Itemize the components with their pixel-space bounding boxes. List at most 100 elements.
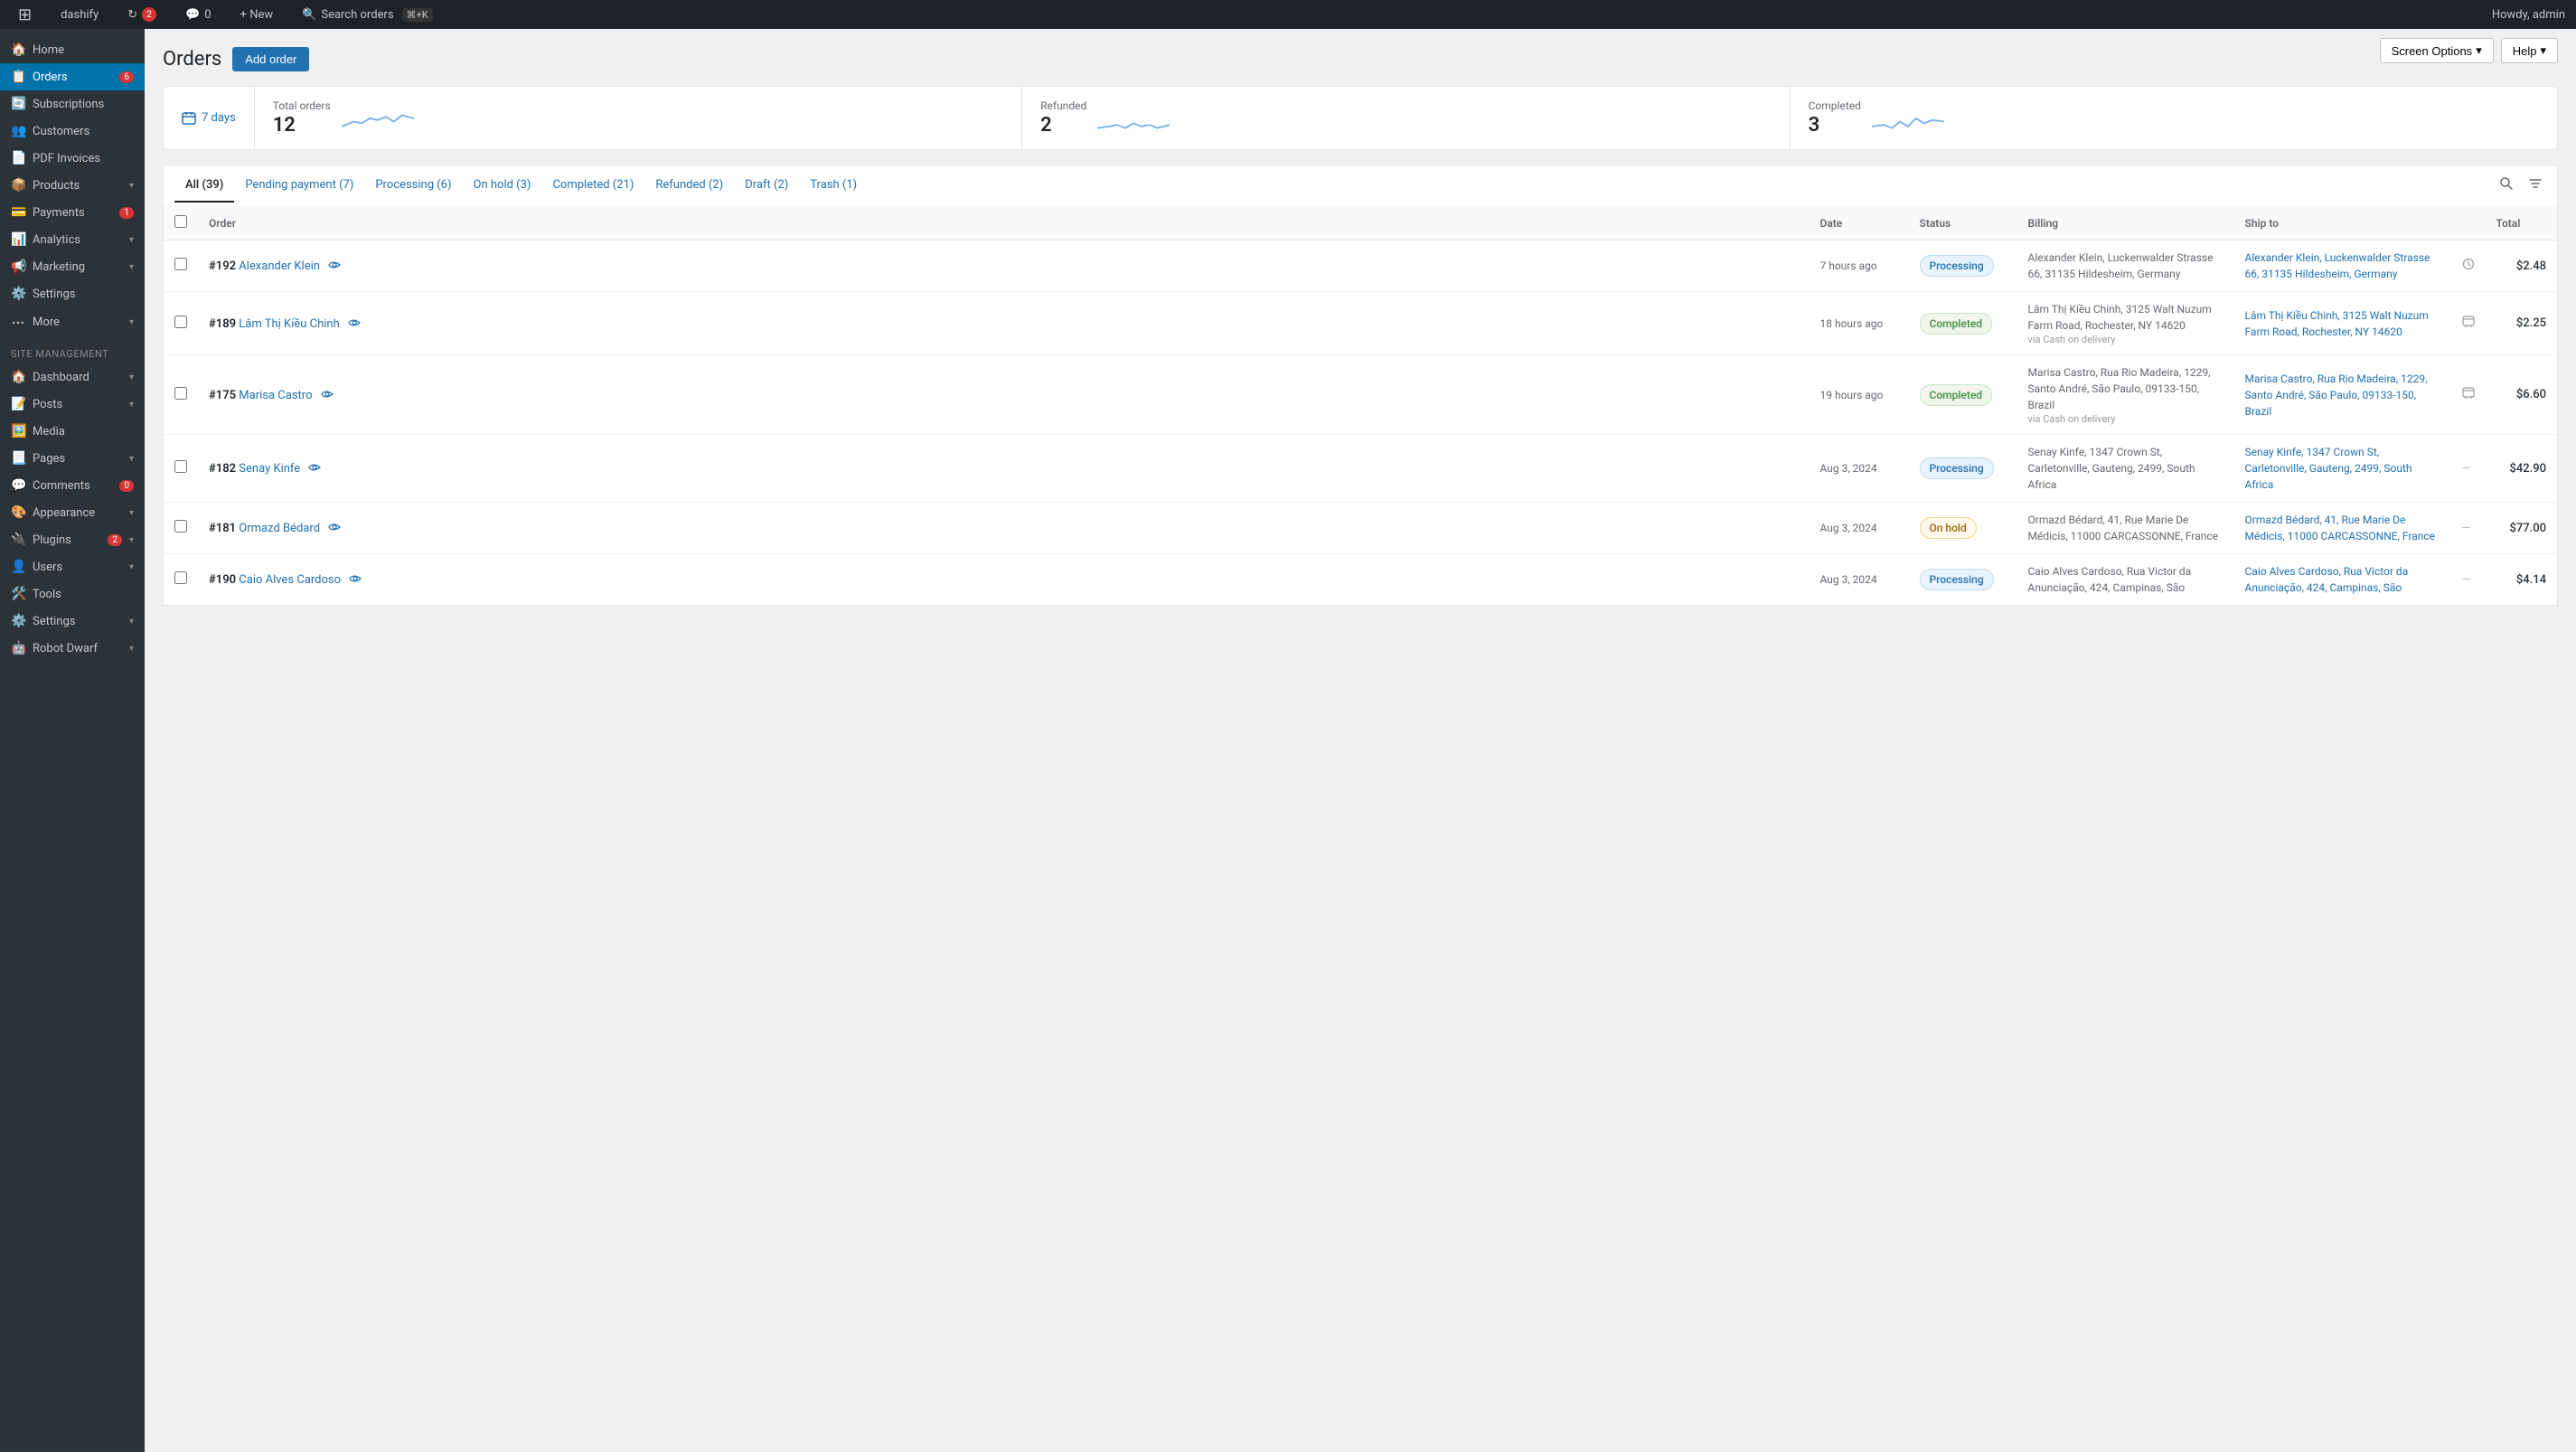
sidebar-item-robot-dwarf[interactable]: 🤖 Robot Dwarf ▾: [0, 635, 145, 662]
eye-icon-2[interactable]: [321, 388, 334, 402]
ship-link-3[interactable]: Senay Kinfe, 1347 Crown St, Carletonvill…: [2245, 446, 2412, 491]
wp-logo-icon: ⊞: [18, 5, 32, 24]
sidebar-label-pages: Pages: [33, 452, 122, 466]
row-checkbox-3[interactable]: [174, 460, 187, 473]
sidebar-item-dashboard[interactable]: 🏠 Dashboard ▾: [0, 363, 145, 391]
sidebar-item-home[interactable]: 🏠 Home: [0, 36, 145, 63]
order-name-1[interactable]: Lâm Thị Kiều Chinh: [239, 317, 339, 331]
sidebar-label-dashboard: Dashboard: [33, 371, 122, 384]
select-all-checkbox[interactable]: [174, 215, 187, 228]
table-header-row: Order Date Status Billing Ship to: [164, 206, 2558, 240]
eye-icon-5[interactable]: [349, 572, 362, 587]
payments-icon: 💳: [11, 205, 25, 220]
eye-icon-1[interactable]: [348, 316, 361, 331]
tab-refunded[interactable]: Refunded (2): [644, 169, 734, 203]
ship-link-4[interactable]: Ormazd Bédard, 41, Rue Marie De Médicis,…: [2245, 514, 2436, 542]
comments-menu-icon: 💬: [11, 478, 25, 493]
sidebar-item-pdf-invoices[interactable]: 📄 PDF Invoices: [0, 145, 145, 172]
order-name-4[interactable]: Ormazd Bédard: [239, 522, 320, 535]
screen-options-button[interactable]: Screen Options ▾: [2380, 38, 2494, 63]
help-button[interactable]: Help ▾: [2501, 38, 2558, 63]
new-item[interactable]: + New: [233, 0, 281, 29]
sidebar-item-comments[interactable]: 💬 Comments 0: [0, 472, 145, 499]
sidebar-item-subscriptions[interactable]: 🔄 Subscriptions: [0, 90, 145, 118]
row-checkbox-4[interactable]: [174, 520, 187, 533]
table-row: #189 Lâm Thị Kiều Chinh 18 hours ago Com…: [164, 292, 2558, 355]
order-number-3: #182: [209, 462, 236, 476]
sidebar-label-products: Products: [33, 179, 122, 193]
order-number-4: #181: [209, 522, 236, 535]
ship-link-2[interactable]: Marisa Castro, Rua Rio Madeira, 1229, Sa…: [2245, 372, 2428, 418]
status-cell-5: Processing: [1909, 554, 2017, 606]
sidebar-item-products[interactable]: 📦 Products ▾: [0, 172, 145, 199]
order-name-2[interactable]: Marisa Castro: [239, 389, 312, 402]
sidebar-item-more[interactable]: ··· More ▾: [0, 307, 145, 337]
row-checkbox-cell-3: [164, 435, 199, 503]
completed-chart: [1872, 102, 1944, 135]
action-cell-4: —: [2451, 503, 2486, 554]
sidebar-item-tools[interactable]: 🛠️ Tools: [0, 580, 145, 608]
tab-draft[interactable]: Draft (2): [734, 169, 799, 203]
more-arrow-icon: ▾: [129, 317, 134, 327]
sidebar-item-analytics[interactable]: 📊 Analytics ▾: [0, 226, 145, 253]
sidebar-item-payments[interactable]: 💳 Payments 1: [0, 199, 145, 226]
dash-action: —: [2462, 522, 2471, 535]
analytics-arrow-icon: ▾: [129, 235, 134, 245]
tab-trash[interactable]: Trash (1): [799, 169, 868, 203]
sidebar-item-settings[interactable]: ⚙️ Settings: [0, 280, 145, 307]
add-order-button[interactable]: Add order: [232, 47, 309, 71]
sidebar-item-settings2[interactable]: ⚙️ Settings ▾: [0, 608, 145, 635]
sidebar-item-plugins[interactable]: 🔌 Plugins 2 ▾: [0, 526, 145, 553]
tab-all[interactable]: All (39): [174, 169, 234, 203]
table-filter-button[interactable]: [2524, 173, 2546, 199]
order-name-0[interactable]: Alexander Klein: [239, 259, 320, 273]
date-cell-2: 19 hours ago: [1810, 355, 1909, 435]
status-col-header: Status: [1909, 206, 2017, 240]
order-total-5: $4.14: [2516, 573, 2546, 587]
orders-tbody: #192 Alexander Klein 7 hours ago Process…: [164, 240, 2558, 606]
table-search-button[interactable]: [2496, 173, 2517, 199]
comments-item[interactable]: 💬 0: [178, 0, 219, 29]
sidebar-item-users[interactable]: 👤 Users ▾: [0, 553, 145, 580]
sidebar-item-appearance[interactable]: 🎨 Appearance ▾: [0, 499, 145, 526]
eye-icon-0[interactable]: [328, 259, 341, 273]
status-badge-5: Processing: [1920, 569, 1994, 590]
updates-item[interactable]: ↻ 2: [120, 0, 164, 29]
help-arrow-icon: ▾: [2540, 43, 2546, 58]
eye-icon-4[interactable]: [328, 521, 341, 535]
customers-icon: 👥: [11, 124, 25, 138]
status-cell-3: Processing: [1909, 435, 2017, 503]
row-checkbox-5[interactable]: [174, 571, 187, 584]
sidebar-item-media[interactable]: 🖼️ Media: [0, 418, 145, 445]
date-cell-0: 7 hours ago: [1810, 240, 1909, 292]
wp-logo-item[interactable]: ⊞: [11, 0, 39, 29]
row-checkbox-cell-2: [164, 355, 199, 435]
order-name-5[interactable]: Caio Alves Cardoso: [239, 573, 341, 587]
order-name-3[interactable]: Senay Kinfe: [239, 462, 300, 476]
site-name-item[interactable]: dashify: [53, 0, 106, 29]
plugins-icon: 🔌: [11, 533, 25, 547]
tab-processing[interactable]: Processing (6): [364, 169, 462, 203]
pdf-icon: 📄: [11, 151, 25, 165]
ship-link-0[interactable]: Alexander Klein, Luckenwalder Strasse 66…: [2245, 251, 2430, 280]
completed-value: 3: [1809, 114, 1861, 137]
search-orders-label: Search orders: [321, 8, 393, 22]
row-checkbox-2[interactable]: [174, 387, 187, 400]
sidebar-item-orders[interactable]: 📋 Orders 6: [0, 63, 145, 90]
tab-on-hold[interactable]: On hold (3): [463, 169, 542, 203]
tab-completed[interactable]: Completed (21): [541, 169, 644, 203]
tab-pending[interactable]: Pending payment (7): [234, 169, 364, 203]
row-checkbox-1[interactable]: [174, 316, 187, 328]
sidebar-item-pages[interactable]: 📃 Pages ▾: [0, 445, 145, 472]
row-checkbox-0[interactable]: [174, 258, 187, 270]
sidebar-item-customers[interactable]: 👥 Customers: [0, 118, 145, 145]
sidebar-item-marketing[interactable]: 📢 Marketing ▾: [0, 253, 145, 280]
ship-link-1[interactable]: Lâm Thị Kiều Chinh, 3125 Walt Nuzum Farm…: [2245, 309, 2429, 338]
ship-link-5[interactable]: Caio Alves Cardoso, Rua Victor da Anunci…: [2245, 565, 2409, 594]
eye-icon-3[interactable]: [308, 461, 321, 476]
search-orders-item[interactable]: 🔍 Search orders ⌘+K: [295, 0, 440, 29]
completed-card: Completed 3: [1791, 87, 2557, 149]
order-cell-2: #175 Marisa Castro: [198, 355, 1810, 435]
sidebar-item-posts[interactable]: 📝 Posts ▾: [0, 391, 145, 418]
stat-period[interactable]: 7 days: [164, 87, 255, 149]
